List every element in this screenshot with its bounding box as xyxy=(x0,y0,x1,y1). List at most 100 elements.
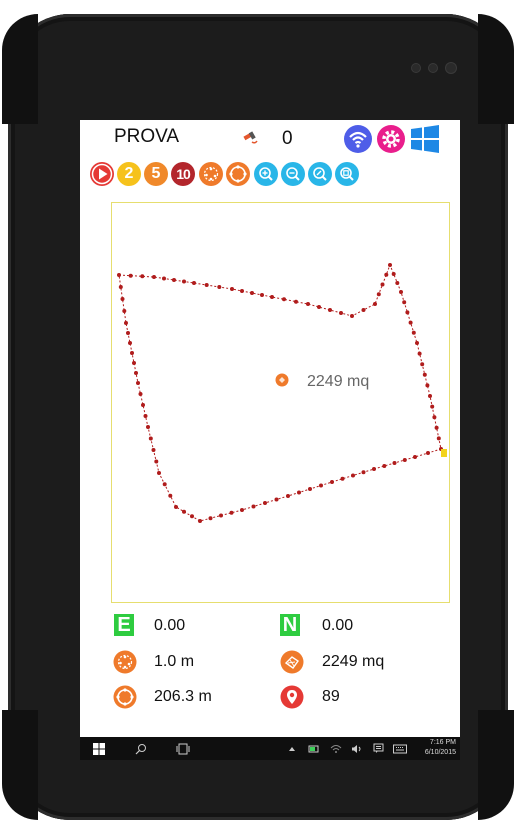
track-point xyxy=(130,351,134,355)
current-position-marker xyxy=(441,449,447,457)
track-point xyxy=(229,510,234,515)
satellite-count: 0 xyxy=(282,128,293,149)
track-point xyxy=(240,508,244,512)
start-button[interactable] xyxy=(88,737,110,760)
interval-10-button[interactable]: 10 xyxy=(171,162,195,186)
track-point xyxy=(402,458,407,462)
track-point xyxy=(328,308,332,312)
zoom-extent-icon xyxy=(340,167,354,181)
windows-taskbar: 7:16 PM 6/10/2015 xyxy=(80,737,460,760)
zoom-out-icon xyxy=(286,167,300,181)
gps-track xyxy=(117,263,447,523)
interval-5-button[interactable]: 5 xyxy=(144,162,168,186)
track-point xyxy=(157,471,161,475)
track-point xyxy=(286,494,290,498)
track-point xyxy=(426,451,430,455)
track-point xyxy=(384,272,389,277)
track-point xyxy=(122,309,127,313)
sensor-dot xyxy=(412,64,420,72)
zoom-in-button[interactable] xyxy=(254,162,278,186)
wifi-icon[interactable] xyxy=(343,124,373,159)
track-point xyxy=(204,283,209,287)
track-point xyxy=(417,351,422,356)
tablet-frame: PROVA 0 2 5 10 2249 mq E 0.00 N 0.00 1.0… xyxy=(2,14,514,820)
zoom-extent-button[interactable] xyxy=(335,162,359,186)
track-point xyxy=(388,263,392,267)
track-point xyxy=(405,310,410,315)
track-point xyxy=(274,497,279,502)
track-point xyxy=(308,487,312,491)
track-point xyxy=(250,291,254,295)
perimeter-icon xyxy=(113,685,137,714)
easting-badge: E xyxy=(114,614,134,636)
camera-lens xyxy=(446,63,456,73)
zoom-in-icon xyxy=(259,167,273,181)
zoom-out-button[interactable] xyxy=(281,162,305,186)
track-point xyxy=(230,287,234,291)
track-point xyxy=(428,394,432,398)
corner-bumper xyxy=(2,14,38,124)
point-accuracy-button[interactable] xyxy=(199,162,223,186)
satellite-icon xyxy=(240,129,262,152)
windows-logo-icon xyxy=(93,742,105,755)
task-view-button[interactable] xyxy=(172,737,194,760)
volume-icon[interactable] xyxy=(349,737,365,760)
network-icon[interactable] xyxy=(328,737,344,760)
zoom-fit-button[interactable] xyxy=(308,162,332,186)
track-point xyxy=(117,273,121,277)
track-point xyxy=(132,361,136,365)
track-point xyxy=(399,290,403,294)
track-point xyxy=(136,381,140,385)
northing-value: 0.00 xyxy=(322,617,354,634)
track-point xyxy=(251,504,256,509)
track-point xyxy=(391,272,396,276)
track-point xyxy=(140,274,145,279)
track-point xyxy=(306,302,310,306)
accuracy-icon xyxy=(113,650,137,679)
track-point xyxy=(413,455,417,459)
sensor-dot xyxy=(429,64,437,72)
track-point xyxy=(128,341,132,345)
track-point xyxy=(182,509,186,514)
track-point xyxy=(151,448,156,452)
action-center-icon[interactable] xyxy=(370,737,386,760)
track-point xyxy=(120,297,125,301)
perimeter-button[interactable] xyxy=(226,162,250,186)
track-point xyxy=(350,314,354,318)
track-point xyxy=(382,464,387,468)
track-point xyxy=(392,461,397,465)
northing-badge: N xyxy=(280,614,300,636)
track-point xyxy=(162,482,167,487)
track-point xyxy=(340,476,345,481)
track-point xyxy=(430,404,435,409)
map-canvas[interactable]: 2249 mq xyxy=(111,202,450,603)
play-button[interactable] xyxy=(90,162,114,186)
track-point xyxy=(134,371,138,375)
track-point xyxy=(436,436,441,441)
windows-icon[interactable] xyxy=(410,125,440,158)
show-hidden-icons-button[interactable] xyxy=(285,737,299,760)
track-point xyxy=(361,470,366,475)
track-point xyxy=(330,480,334,484)
track-point xyxy=(339,311,343,315)
battery-icon[interactable] xyxy=(306,737,322,760)
track-point xyxy=(124,321,128,325)
touch-keyboard-icon[interactable] xyxy=(391,737,409,760)
track-point xyxy=(263,501,267,505)
play-icon xyxy=(91,163,113,185)
corner-bumper xyxy=(2,710,38,820)
search-button[interactable] xyxy=(130,737,152,760)
track-point xyxy=(297,490,301,495)
perimeter-value: 206.3 m xyxy=(154,688,212,705)
corner-bumper xyxy=(478,14,514,124)
interval-2-button[interactable]: 2 xyxy=(117,162,141,186)
taskbar-clock[interactable]: 7:16 PM 6/10/2015 xyxy=(425,738,456,758)
track-point xyxy=(319,483,323,488)
zoom-fit-icon xyxy=(313,167,327,181)
area-value: 2249 mq xyxy=(322,653,385,670)
settings-gear-icon[interactable] xyxy=(376,124,406,159)
location-pin-icon xyxy=(280,685,304,714)
chevron-up-icon xyxy=(289,746,295,751)
search-icon xyxy=(135,743,146,754)
track-point xyxy=(190,514,194,519)
